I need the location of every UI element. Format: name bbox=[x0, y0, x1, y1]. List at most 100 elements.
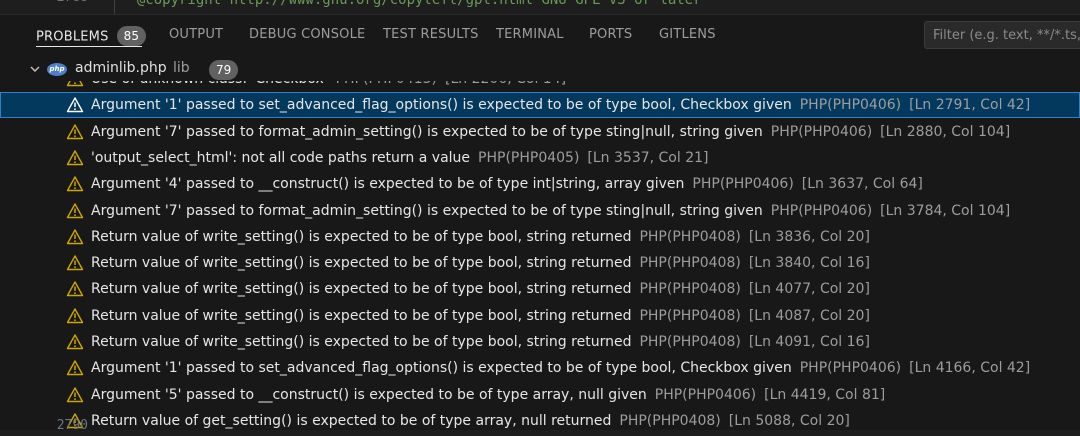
warning-icon bbox=[66, 360, 84, 376]
problem-row[interactable]: Return value of write_setting() is expec… bbox=[0, 276, 1080, 302]
panel-tab-bar: PROBLEMS 85 OUTPUT DEBUG CONSOLE TEST RES… bbox=[0, 15, 1080, 55]
file-name: adminlib.php bbox=[75, 60, 167, 76]
problem-row[interactable]: Return value of write_setting() is expec… bbox=[0, 224, 1080, 250]
code-comment-line: * @copyright http://www.gnu.org/copyleft… bbox=[120, 0, 702, 8]
problem-text: Return value of write_setting() is expec… bbox=[91, 307, 632, 324]
problem-text: Return value of get_setting() is expecte… bbox=[91, 412, 612, 429]
problem-source: PHP(PHP0406) bbox=[799, 97, 902, 114]
problem-row[interactable]: Return value of write_setting() is expec… bbox=[0, 250, 1080, 276]
tab-gitlens[interactable]: GITLENS bbox=[659, 27, 716, 42]
problem-location: [Ln 3637, Col 64] bbox=[801, 176, 923, 193]
problem-source: PHP(PHP0406) bbox=[692, 176, 794, 193]
problem-row[interactable]: Argument '5' passed to __construct() is … bbox=[0, 382, 1080, 408]
tab-test-results[interactable]: TEST RESULTS bbox=[383, 27, 479, 42]
problem-row[interactable]: 'output_select_html': not all code paths… bbox=[0, 145, 1080, 171]
problem-location: [Ln 4166, Col 42] bbox=[909, 360, 1031, 377]
problem-row[interactable]: Return value of write_setting() is expec… bbox=[0, 329, 1080, 355]
file-problem-count-badge: 79 bbox=[209, 60, 239, 80]
warning-icon bbox=[66, 334, 84, 350]
tab-output[interactable]: OUTPUT bbox=[169, 27, 223, 42]
problem-text: Argument '7' passed to format_admin_sett… bbox=[91, 123, 763, 140]
problem-location: [Ln 2206, Col 14] bbox=[445, 81, 566, 87]
problem-text: Argument '4' passed to __construct() is … bbox=[91, 176, 685, 193]
warning-icon bbox=[66, 150, 84, 166]
warning-icon bbox=[66, 307, 84, 323]
problem-source: PHP(PHP0406) bbox=[770, 123, 873, 140]
problem-source: PHP(PHP0408) bbox=[639, 255, 741, 272]
filter-input[interactable] bbox=[925, 22, 1080, 48]
problem-message: Argument '1' passed to set_advanced_flag… bbox=[91, 92, 1030, 118]
file-directory: lib bbox=[173, 60, 190, 76]
active-tab-indicator bbox=[36, 46, 142, 47]
problem-row[interactable]: Return value of write_setting() is expec… bbox=[0, 303, 1080, 329]
problem-text: Argument '1' passed to set_advanced_flag… bbox=[91, 97, 792, 114]
problem-text: Argument '1' passed to set_advanced_flag… bbox=[91, 360, 792, 377]
problem-location: [Ln 5088, Col 20] bbox=[728, 412, 850, 429]
problem-location: [Ln 4419, Col 81] bbox=[764, 386, 886, 403]
problem-message: Argument '7' passed to format_admin_sett… bbox=[91, 198, 1010, 224]
tab-label: PROBLEMS bbox=[36, 29, 109, 45]
problem-location: [Ln 2880, Col 104] bbox=[880, 123, 1011, 140]
problem-source: PHP(PHP0408) bbox=[639, 281, 741, 298]
problem-message: 'output_select_html': not all code paths… bbox=[91, 145, 709, 171]
warning-icon bbox=[66, 281, 84, 297]
problem-message: Argument '5' passed to __construct() is … bbox=[91, 382, 885, 408]
warning-icon bbox=[66, 97, 84, 113]
file-group-header[interactable]: php adminlib.php lib 79 bbox=[0, 59, 1080, 81]
problem-message: Use of unknown class: 'Checkbox' PHP(PHP0… bbox=[91, 81, 566, 92]
problems-list: Use of unknown class: 'Checkbox' PHP(PHP0… bbox=[0, 81, 1080, 430]
filter-box bbox=[924, 21, 1080, 49]
problem-text: Return value of write_setting() is expec… bbox=[91, 334, 632, 350]
tab-problems[interactable]: PROBLEMS 85 bbox=[36, 26, 147, 47]
problem-source: PHP(PHP0406) bbox=[770, 202, 873, 219]
problem-source: PHP(PHP0406) bbox=[654, 386, 757, 403]
tab-terminal[interactable]: TERMINAL bbox=[496, 27, 564, 42]
problem-row[interactable]: Argument '7' passed to format_admin_sett… bbox=[0, 119, 1080, 145]
problem-row[interactable]: Argument '4' passed to __construct() is … bbox=[0, 171, 1080, 197]
problem-text: Use of unknown class: 'Checkbox' bbox=[91, 81, 328, 87]
problem-location: [Ln 3836, Col 20] bbox=[748, 228, 870, 245]
problem-message: Return value of get_setting() is expecte… bbox=[91, 408, 850, 430]
problem-source: PHP(PHP0406) bbox=[799, 360, 902, 377]
problems-count-badge: 85 bbox=[116, 26, 147, 46]
problem-text: Return value of write_setting() is expec… bbox=[91, 255, 632, 272]
problem-text: Return value of write_setting() is expec… bbox=[91, 228, 632, 245]
problem-source: PHP(PHP0408) bbox=[619, 412, 721, 429]
problem-message: Argument '7' passed to format_admin_sett… bbox=[91, 119, 1010, 145]
problem-row[interactable]: Argument '1' passed to set_advanced_flag… bbox=[0, 92, 1080, 119]
tab-ports[interactable]: PORTS bbox=[589, 27, 632, 42]
problem-row[interactable]: Argument '1' passed to set_advanced_flag… bbox=[0, 355, 1080, 381]
problem-message: Return value of write_setting() is expec… bbox=[91, 250, 870, 276]
warning-icon bbox=[66, 255, 84, 271]
problem-row[interactable]: Argument '7' passed to format_admin_sett… bbox=[0, 198, 1080, 224]
line-number: 2790 bbox=[56, 418, 88, 433]
problem-location: [Ln 4091, Col 16] bbox=[748, 334, 870, 350]
warning-icon bbox=[66, 123, 84, 139]
problem-location: [Ln 3537, Col 21] bbox=[587, 149, 709, 166]
chevron-down-icon[interactable] bbox=[28, 62, 42, 76]
problem-location: [Ln 2791, Col 42] bbox=[909, 97, 1031, 114]
problem-row[interactable]: Use of unknown class: 'Checkbox' PHP(PHP0… bbox=[0, 81, 1080, 92]
php-file-icon: php bbox=[47, 63, 67, 76]
problem-location: [Ln 4087, Col 20] bbox=[748, 307, 870, 324]
problem-text: Argument '5' passed to __construct() is … bbox=[91, 386, 647, 403]
warning-icon bbox=[66, 202, 84, 218]
tab-debug-console[interactable]: DEBUG CONSOLE bbox=[249, 27, 365, 42]
problem-location: [Ln 3784, Col 104] bbox=[880, 202, 1011, 219]
problem-source: PHP(PHP0405) bbox=[478, 149, 580, 166]
bottom-panel: PROBLEMS 85 OUTPUT DEBUG CONSOLE TEST RES… bbox=[0, 14, 1080, 430]
problem-message: Argument '4' passed to __construct() is … bbox=[91, 171, 923, 197]
problem-message: Return value of write_setting() is expec… bbox=[91, 224, 870, 250]
problem-message: Argument '1' passed to set_advanced_flag… bbox=[91, 355, 1030, 381]
warning-icon bbox=[66, 81, 84, 87]
problem-source: PHP(PHP0413) bbox=[336, 81, 437, 87]
problem-source: PHP(PHP0408) bbox=[639, 307, 741, 324]
problem-text: Argument '7' passed to format_admin_sett… bbox=[91, 202, 763, 219]
problem-source: PHP(PHP0408) bbox=[639, 334, 741, 350]
problem-location: [Ln 4077, Col 20] bbox=[748, 281, 870, 298]
problem-message: Return value of write_setting() is expec… bbox=[91, 329, 870, 355]
problem-text: 'output_select_html': not all code paths… bbox=[91, 149, 471, 166]
warning-icon bbox=[66, 386, 84, 402]
problem-source: PHP(PHP0408) bbox=[639, 228, 741, 245]
problem-row[interactable]: Return value of get_setting() is expecte… bbox=[0, 408, 1080, 430]
